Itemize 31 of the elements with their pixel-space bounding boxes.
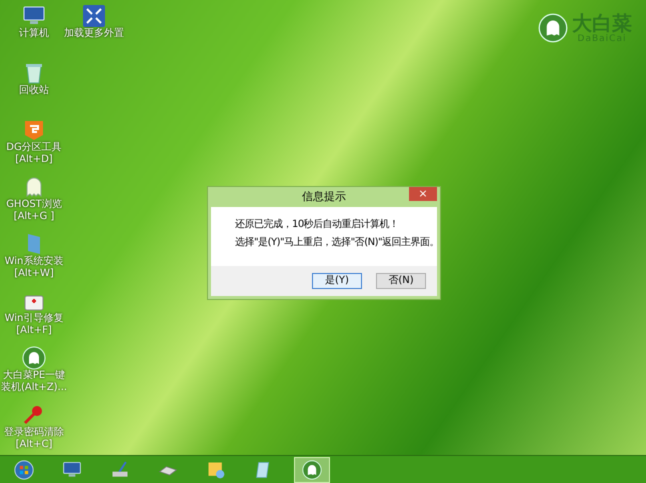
start-orb-icon [14, 460, 34, 480]
icon-label[interactable]: 回收站 [19, 85, 49, 97]
ghost-badge-icon [302, 460, 322, 480]
brush-icon [110, 460, 130, 480]
icon-label[interactable]: 登录密码清除 [4, 427, 64, 439]
disk-tool-icon [22, 118, 46, 142]
icon-label[interactable]: 计算机 [19, 28, 49, 40]
icon-label[interactable]: GHOST浏览 [6, 199, 62, 211]
icon-label[interactable]: [Alt+C] [16, 439, 52, 451]
dialog-button[interactable]: 是(Y) [312, 273, 362, 289]
paint-icon [206, 460, 226, 480]
icon-label[interactable]: [Alt+W] [14, 268, 54, 280]
taskbar-button[interactable] [294, 456, 330, 482]
icon-label[interactable]: Win引导修复 [4, 313, 64, 325]
ghost-badge-icon [22, 346, 46, 370]
icon-label[interactable]: 加载更多外置 [64, 28, 124, 40]
arrows-icon [82, 4, 106, 28]
ghost-badge-icon [538, 13, 568, 43]
dialog-title: 信息提示 [302, 188, 346, 205]
message-text: 还原已完成，10秒后自动重启计算机！ [235, 219, 400, 230]
icon-label[interactable]: [Alt+D] [15, 154, 53, 166]
icon-label[interactable]: 大白菜PE一键 [2, 370, 66, 382]
dialog-button[interactable]: 否(N) [376, 273, 426, 289]
icon-label[interactable]: [Alt+F] [16, 325, 52, 337]
icon-label[interactable]: DG分区工具 [6, 142, 62, 154]
close-button[interactable]: × [409, 187, 437, 201]
message-text: 选择"是(Y)"马上重启，选择"否(N)"返回主界面。 [235, 237, 440, 248]
icon-label[interactable]: [Alt+G ] [14, 211, 54, 223]
icon-label[interactable]: Win系统安装 [4, 256, 64, 268]
monitor-icon [62, 460, 82, 480]
icon-label[interactable]: 装机(Alt+Z)... [0, 382, 68, 394]
